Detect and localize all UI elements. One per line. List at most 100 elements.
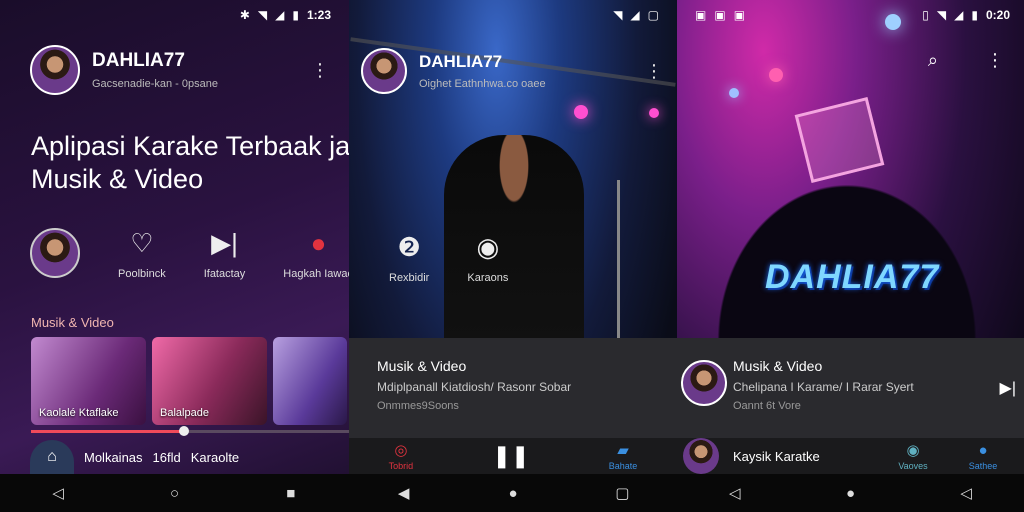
bookmark-icon: ▰ xyxy=(617,442,629,459)
playback-progress[interactable] xyxy=(31,426,349,436)
tab-label: Sathee xyxy=(968,460,998,471)
channel-header: DAHLIA77 Oighet Eathnhwa.co oaee ⋮ xyxy=(361,48,663,94)
recents-icon[interactable]: ▢ xyxy=(607,484,637,502)
stage-light xyxy=(885,14,901,30)
card-title: Musik & Video xyxy=(733,358,823,374)
battery-icon: ▮ xyxy=(292,8,299,22)
skip-icon: ▶| xyxy=(211,228,238,258)
tab-label: Tobrid xyxy=(388,461,414,471)
home-nav-icon[interactable]: ● xyxy=(835,485,865,502)
tab-sathee[interactable]: ● Sathee xyxy=(943,442,1023,471)
brand-screen-panel: DAHLIA77 ▣ ▣ ▣ ▯ ◥ ◢ ▮ 0:20 ⌕ ⋮ Musik & … xyxy=(677,0,1024,512)
mini-player-tag: Karaolte xyxy=(190,449,240,465)
avatar[interactable] xyxy=(30,45,80,95)
stage-light xyxy=(574,105,588,119)
channel-name: DAHLIA77 xyxy=(419,52,503,71)
home-screen-panel: ✱ ◥ ◢ ▮ 1:23 DAHLIA77 Gacsenadie-kan - 0… xyxy=(0,0,349,512)
wifi-icon: ◥ xyxy=(613,8,623,22)
overlay-action-0[interactable]: ❷ Rexbidir xyxy=(389,232,429,284)
search-icon[interactable]: ⌕ xyxy=(928,50,938,71)
mini-player: ⌂ Molkainas 16fld Karaolte xyxy=(30,440,349,474)
section-title: Musik & Video xyxy=(31,315,114,330)
now-playing-card[interactable]: Musik & Video Mdiplpanall Kiatdiosh/ Ras… xyxy=(349,338,677,438)
recents-icon[interactable]: ◁ xyxy=(951,484,981,502)
tab-bahate[interactable]: ▰ Bahate xyxy=(609,441,638,471)
avatar[interactable] xyxy=(681,360,727,406)
stage-light xyxy=(649,108,659,118)
status-time: 1:23 xyxy=(306,8,331,22)
crowd-silhouette xyxy=(697,160,997,340)
progress-fill xyxy=(31,430,184,433)
avatar[interactable] xyxy=(361,48,407,94)
wifi-icon: ◥ xyxy=(936,8,947,22)
video-thumbnails: Kaolalé Ktaflake Balalpade xyxy=(31,337,347,425)
video-thumbnail[interactable] xyxy=(273,337,347,425)
battery-icon: ▮ xyxy=(971,8,978,22)
tab-tobrid[interactable]: ◎ Tobrid xyxy=(389,441,414,471)
notification-icon: ▣ xyxy=(714,8,726,22)
more-options-icon[interactable]: ⋮ xyxy=(986,50,1004,71)
card-title: Musik & Video xyxy=(377,358,467,374)
tab-vaoves[interactable]: ◉ Vaoves xyxy=(883,441,943,471)
mini-player-title: Molkainas xyxy=(84,449,143,465)
overlay-action-1[interactable]: ◉ Karaons xyxy=(467,232,508,284)
status-bar-left: ▣ ▣ ▣ xyxy=(695,4,745,26)
overlay-actions: ❷ Rexbidir ◉ Karaons xyxy=(389,232,508,284)
home-nav-icon[interactable]: ○ xyxy=(159,485,189,502)
sad-face-icon: ● xyxy=(310,228,327,258)
book-heart-icon: ♡ xyxy=(130,228,154,258)
card-meta: Oannt 6t Vore xyxy=(733,400,801,412)
channel-subtitle: Gacsenadie-kan - 0psane xyxy=(92,78,218,90)
video-thumbnail[interactable]: Balalpade xyxy=(152,337,267,425)
back-icon[interactable]: ◁ xyxy=(720,484,750,502)
channel-name: DAHLIA77 xyxy=(92,50,185,71)
stage-light xyxy=(729,88,739,98)
status-bar: ◥ ◢ ▢ xyxy=(613,4,659,26)
progress-knob[interactable] xyxy=(178,426,189,436)
back-icon[interactable]: ◀ xyxy=(389,484,419,502)
number-badge-icon: ❷ xyxy=(397,232,421,262)
status-bar: ✱ ◥ ◢ ▮ 1:23 xyxy=(240,4,331,26)
pause-icon: ❚❚ xyxy=(492,443,530,468)
alarm-icon: ▯ xyxy=(922,8,929,22)
video-thumbnail[interactable]: Kaolalé Ktaflake xyxy=(31,337,146,425)
info-icon: ● xyxy=(978,441,988,459)
spiral-icon: ◉ xyxy=(906,442,920,459)
record-icon: ◉ xyxy=(476,232,500,262)
bluetooth-icon: ✱ xyxy=(239,8,250,22)
quick-action-0[interactable]: ♡ Poolbinck xyxy=(118,228,166,280)
mini-player-extra: 16fld xyxy=(152,449,181,465)
player-screen-panel: ◥ ◢ ▢ DAHLIA77 Oighet Eathnhwa.co oaee ⋮… xyxy=(349,0,677,512)
card-subtitle: Mdiplpanall Kiatdiosh/ Rasonr Sobar xyxy=(377,380,572,394)
status-time: 0:20 xyxy=(985,8,1010,22)
overlay-action-label: Karaons xyxy=(467,272,509,284)
system-nav-bar: ◁ ○ ■ xyxy=(0,474,349,512)
pause-button[interactable]: ❚❚ xyxy=(493,443,530,469)
now-playing-title: Kaysik Karatke xyxy=(733,448,820,464)
stage-light xyxy=(769,68,783,82)
notification-icon: ▣ xyxy=(733,8,746,22)
profile-avatar[interactable] xyxy=(30,228,80,278)
thumbnail-label: Balalpade xyxy=(160,407,209,419)
quick-action-2[interactable]: ● Hagkah Iawae xyxy=(283,228,349,280)
signal-icon: ◢ xyxy=(275,8,285,22)
page-title: Aplipasi Karake Terbaak jatar Yaal Musik… xyxy=(31,131,349,194)
tab-label: Bahate xyxy=(608,461,638,471)
skip-icon[interactable]: ▶| xyxy=(1000,378,1016,398)
tab-label: Vaoves xyxy=(898,461,928,471)
more-options-icon[interactable]: ⋮ xyxy=(645,61,663,82)
system-nav-bar: ◀ ● ▢ xyxy=(349,474,677,512)
quick-actions: ♡ Poolbinck ▶| Ifatactay ● Hagkah Iawae xyxy=(30,228,349,288)
home-nav-icon[interactable]: ● xyxy=(498,485,528,502)
quick-action-label: Poolbinck xyxy=(118,268,166,280)
avatar[interactable] xyxy=(683,438,719,474)
back-icon[interactable]: ◁ xyxy=(43,484,73,502)
quick-action-1[interactable]: ▶| Ifatactay xyxy=(204,228,246,280)
home-icon[interactable]: ⌂ xyxy=(30,440,74,474)
now-playing-card[interactable]: Musik & Video Chelipana I Karame/ I Rara… xyxy=(677,338,1024,438)
more-options-icon[interactable]: ⋮ xyxy=(311,60,329,81)
battery-icon: ▢ xyxy=(647,8,659,22)
channel-header: DAHLIA77 Gacsenadie-kan - 0psane ⋮ xyxy=(30,42,329,98)
recents-icon[interactable]: ■ xyxy=(276,485,306,502)
quick-action-label: Ifatactay xyxy=(203,268,246,280)
